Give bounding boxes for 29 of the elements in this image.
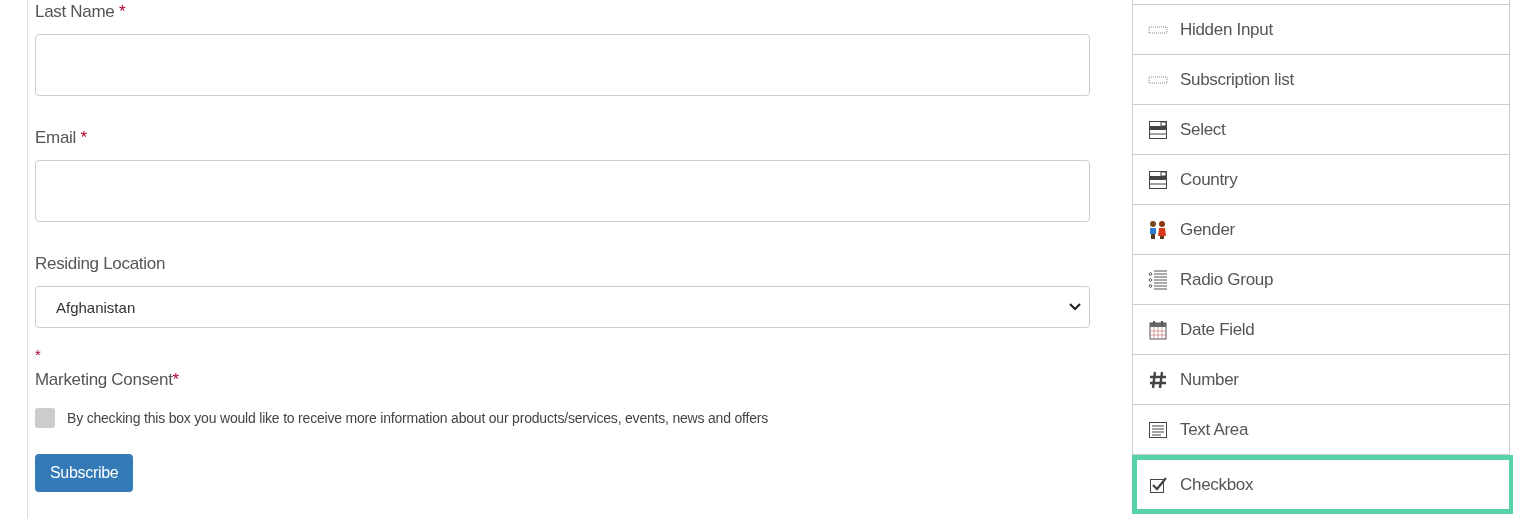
- palette-item[interactable]: Select: [1132, 105, 1510, 155]
- consent-text: By checking this box you would like to receive more information about our products/services, events, news and offers: [67, 410, 769, 426]
- palette-item[interactable]: Subscription list: [1132, 55, 1510, 105]
- calendar-icon: [1148, 319, 1168, 340]
- select-dropdown[interactable]: Afghanistan: [35, 286, 1090, 328]
- palette-item[interactable]: Date Field: [1132, 305, 1510, 355]
- palette-item[interactable]: Text Area: [1132, 405, 1510, 455]
- palette-item[interactable]: Hidden Input: [1132, 5, 1510, 55]
- field-label: Email *: [35, 128, 88, 149]
- text-input[interactable]: [35, 160, 1090, 222]
- required-mark: *: [35, 346, 41, 365]
- list-box-icon: [1148, 169, 1168, 190]
- hash-icon: [1148, 369, 1168, 390]
- two-people-icon: [1148, 219, 1168, 240]
- chevron-down-icon: [1069, 303, 1081, 311]
- palette-item[interactable]: Radio Group: [1132, 255, 1510, 305]
- field-label: Residing Location: [35, 254, 167, 275]
- consent-checkbox[interactable]: [35, 408, 55, 428]
- radio-list-icon: [1148, 269, 1168, 290]
- text-lines-icon: [1148, 419, 1168, 440]
- palette-item[interactable]: Country: [1132, 155, 1510, 205]
- text-input[interactable]: [35, 34, 1090, 96]
- palette-item[interactable]: Gender: [1132, 205, 1510, 255]
- list-box-icon: [1148, 119, 1168, 140]
- palette-item[interactable]: Checkbox: [1132, 455, 1513, 514]
- field-label: Last Name *: [35, 2, 127, 23]
- palette-item[interactable]: Number: [1132, 355, 1510, 405]
- subscribe-button[interactable]: Subscribe: [35, 454, 134, 492]
- field-label: Marketing Consent*: [35, 370, 180, 391]
